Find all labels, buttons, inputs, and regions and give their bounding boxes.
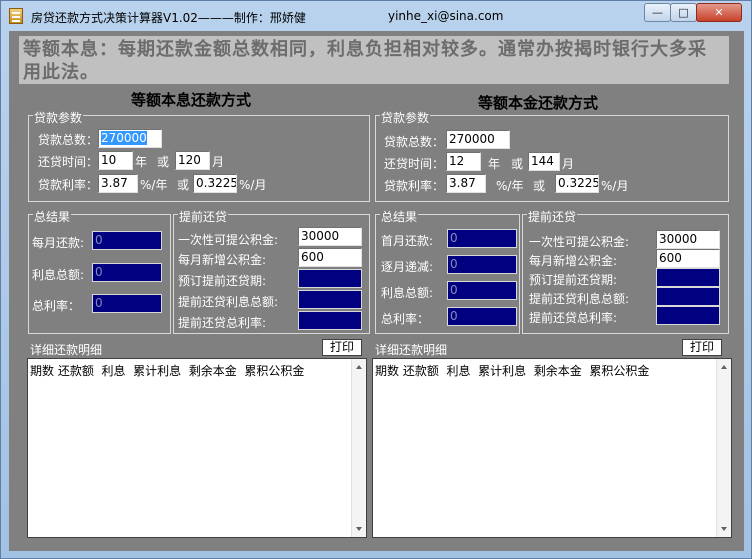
calculator-app-icon [9,8,23,24]
right-detail-list[interactable]: 期数 还款额 利息 累计利息 剩余本金 累积公积金 [372,358,732,538]
right-result-legend: 总结果 [380,208,419,225]
left-interest-label: 利息总额: [32,268,85,282]
right-print-button[interactable]: 打印 [682,339,722,356]
left-monthly-label: 每月还款: [32,236,85,250]
right-or-label: 或 [511,157,524,171]
right-prepay-interest-output [656,287,720,306]
right-total-rate-label: 总利率： [381,312,430,326]
right-monthly-add-input[interactable]: 600 [656,249,720,268]
left-or-label: 或 [157,155,170,169]
right-detail-header: 期数 还款额 利息 累计利息 剩余本金 累积公积金 [375,364,650,378]
right-fund-label: 一次性可提公积金: [529,235,630,249]
left-print-button[interactable]: 打印 [322,339,362,356]
right-rate-year-input[interactable]: 3.87 [446,174,486,193]
left-rate-month-unit: %/月 [239,178,267,192]
close-button[interactable]: ✕ [696,3,742,22]
left-prepay-interest-output [298,290,362,309]
right-prepay-rate-label: 提前还贷总利率: [529,311,618,325]
right-year-unit: 年 [488,157,501,171]
left-prepay-rate-output [298,311,362,330]
right-detail-label: 详细还款明细 [375,343,448,357]
scroll-up-icon[interactable] [356,365,362,369]
right-interest-label: 利息总额: [381,286,434,300]
left-prepay-legend: 提前还贷 [178,208,229,225]
left-loan-params-legend: 贷款参数 [33,109,84,126]
right-month-unit: 月 [562,157,575,171]
right-months-input[interactable]: 144 [528,152,560,171]
left-or-label-2: 或 [177,178,190,192]
left-fund-label: 一次性可提公积金: [178,233,279,247]
right-decrease-label: 逐月递减: [381,260,434,274]
right-period-label: 预订提前还贷期: [529,273,618,287]
left-interest-output: 0 [92,263,162,282]
left-rate-month-input[interactable]: 0.3225 [193,174,237,193]
left-month-unit: 月 [212,155,225,169]
right-detail-scrollbar[interactable] [716,359,731,537]
left-year-unit: 年 [135,155,148,169]
left-detail-label: 详细还款明细 [30,343,103,357]
left-detail-header: 期数 还款额 利息 累计利息 剩余本金 累积公积金 [30,364,305,378]
scroll-down-icon[interactable] [356,527,362,531]
app-window: 房贷还款方式决策计算器V1.02———制作：邢娇健 yinhe_xi@sina.… [0,0,752,559]
right-total-rate-output: 0 [447,307,517,326]
right-monthly-add-label: 每月新增公积金: [529,254,618,268]
left-detail-list[interactable]: 期数 还款额 利息 累计利息 剩余本金 累积公积金 [27,358,367,538]
right-decrease-output: 0 [447,255,517,274]
left-result-legend: 总结果 [33,208,72,225]
right-rate-year-unit: %/年 [496,179,524,193]
left-section-title: 等额本息还款方式 [131,91,252,109]
right-rate-month-input[interactable]: 0.3225 [555,174,599,193]
left-total-rate-label: 总利率： [32,299,81,313]
right-prepay-interest-label: 提前还贷利息总额: [529,292,630,306]
right-rate-label: 贷款利率： [384,179,445,193]
left-amount-input[interactable]: 270000 [98,129,162,148]
right-prepay-legend: 提前还贷 [527,208,578,225]
right-amount-label: 贷款总数： [384,135,445,149]
left-monthly-output: 0 [92,231,162,250]
left-term-label: 还贷时间： [38,155,99,169]
right-prepay-rate-output [656,306,720,325]
right-fund-input[interactable]: 30000 [656,230,720,249]
right-first-output: 0 [447,229,517,248]
title-bar[interactable]: 房贷还款方式决策计算器V1.02———制作：邢娇健 yinhe_xi@sina.… [1,1,751,31]
left-fund-input[interactable]: 30000 [298,227,362,246]
left-period-label: 预订提前还贷期: [178,274,267,288]
left-monthly-add-input[interactable]: 600 [298,248,362,267]
right-loan-params-legend: 贷款参数 [380,109,431,126]
right-interest-output: 0 [447,281,517,300]
right-rate-month-unit: %/月 [601,179,629,193]
left-rate-label: 贷款利率： [38,178,99,192]
right-first-label: 首月还款: [381,234,434,248]
right-period-output [656,268,720,287]
left-period-output [298,269,362,288]
left-monthly-add-label: 每月新增公积金: [178,253,267,267]
left-rate-year-unit: %/年 [140,178,168,192]
scroll-up-icon[interactable] [721,365,727,369]
author-email: yinhe_xi@sina.com [388,9,504,23]
left-amount-label: 贷款总数： [38,133,99,147]
method-description-banner: 等额本息：每期还款金额总数相同，利息负担相对较多。通常办按揭时银行大多采用此法。 [19,36,729,84]
maximize-button[interactable]: □ [670,3,697,22]
left-prepay-rate-label: 提前还贷总利率: [178,316,267,330]
left-years-input[interactable]: 10 [98,151,133,170]
minimize-button[interactable]: — [644,3,671,22]
right-amount-input[interactable]: 270000 [446,130,510,149]
left-rate-year-input[interactable]: 3.87 [98,174,138,193]
right-years-input[interactable]: 12 [446,152,481,171]
right-or-label-2: 或 [533,179,546,193]
left-months-input[interactable]: 120 [175,151,210,170]
scroll-down-icon[interactable] [721,527,727,531]
left-prepay-interest-label: 提前还贷利息总额: [178,295,279,309]
window-title: 房贷还款方式决策计算器V1.02———制作：邢娇健 [31,11,306,25]
right-term-label: 还贷时间： [384,157,445,171]
right-section-title: 等额本金还款方式 [478,94,599,112]
left-detail-scrollbar[interactable] [351,359,366,537]
left-total-rate-output: 0 [92,294,162,313]
